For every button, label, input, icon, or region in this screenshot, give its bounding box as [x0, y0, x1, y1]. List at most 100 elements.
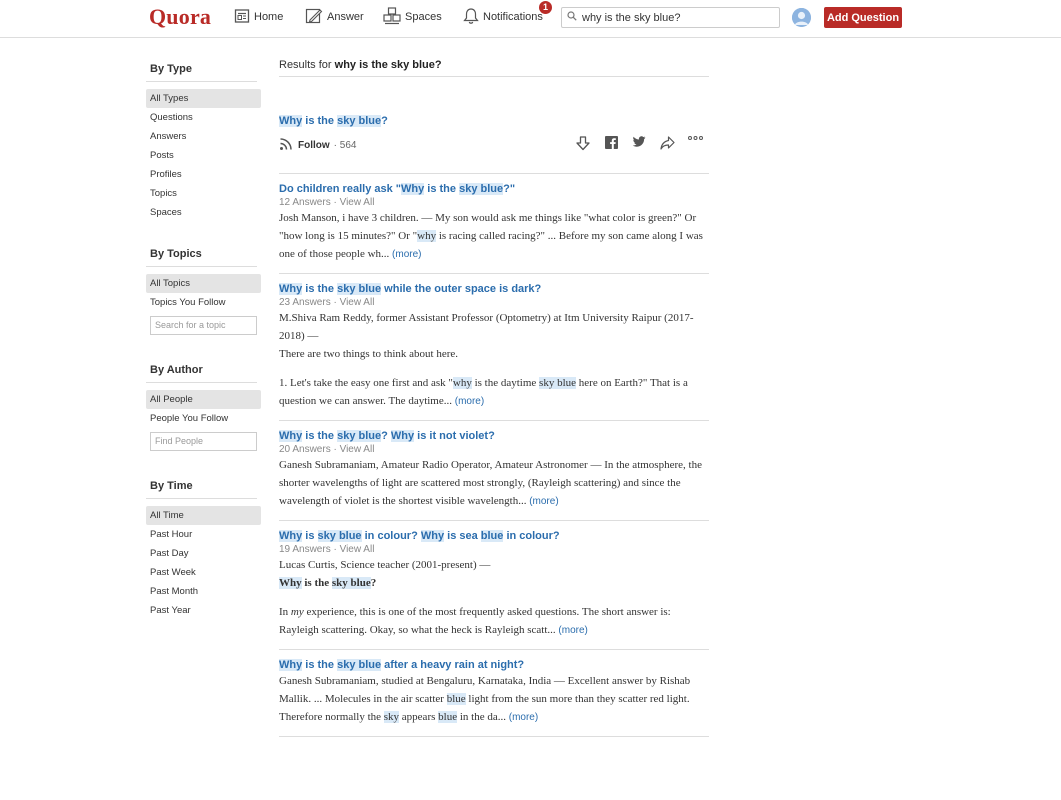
filter-past-month[interactable]: Past Month	[146, 582, 261, 601]
filter-spaces[interactable]: Spaces	[146, 203, 261, 222]
more-link[interactable]: (more)	[529, 496, 558, 507]
follow-row: Follow · 564	[279, 137, 356, 154]
notification-count-badge: 1	[539, 1, 552, 14]
find-people-input[interactable]: Find People	[150, 432, 257, 451]
text-segment: is the	[302, 430, 338, 442]
filter-all-time[interactable]: All Time	[146, 506, 261, 525]
text-segment: is it not violet?	[414, 430, 495, 442]
highlighted-term: why	[417, 230, 437, 242]
text-segment: my	[290, 606, 304, 618]
filter-all-topics[interactable]: All Topics	[146, 274, 261, 293]
quora-logo[interactable]: Quora	[149, 4, 211, 30]
filter-answers[interactable]: Answers	[146, 127, 261, 146]
featured-question-title[interactable]: Why is the sky blue?	[279, 115, 388, 127]
filter-heading: By Time	[146, 479, 257, 499]
more-options-icon[interactable]	[681, 136, 709, 151]
text-segment: M.Shiva Ram Reddy, former Assistant Prof…	[279, 312, 694, 342]
filter-questions[interactable]: Questions	[146, 108, 261, 127]
result-question-title[interactable]: Why is sky blue in colour? Why is sea bl…	[279, 530, 709, 542]
filter-heading: By Author	[146, 363, 257, 383]
filter-group-author: By Author All People People You Follow F…	[146, 363, 261, 451]
highlighted-term: sky blue	[337, 115, 382, 127]
nav-home[interactable]: Home	[234, 6, 283, 28]
filter-list: All Types Questions Answers Posts Profil…	[146, 89, 261, 222]
highlighted-term: Why	[279, 283, 303, 295]
search-results: Results for why is the sky blue? Why is …	[279, 56, 709, 737]
filter-all-people[interactable]: All People	[146, 390, 261, 409]
search-input-value: why is the sky blue?	[582, 11, 681, 24]
highlighted-term: sky blue	[337, 659, 382, 671]
nav-answer-label: Answer	[327, 11, 364, 23]
snippet-paragraph: Ganesh Subramaniam, Amateur Radio Operat…	[279, 456, 709, 511]
snippet-paragraph: Josh Manson, i have 3 children. — My son…	[279, 209, 709, 264]
search-result-item: Do children really ask "Why is the sky b…	[279, 174, 709, 274]
highlighted-term: sky	[383, 711, 400, 723]
answer-icon	[305, 7, 327, 28]
snippet-paragraph: In my experience, this is one of the mos…	[279, 603, 709, 640]
text-segment: is the	[301, 577, 332, 589]
share-icon[interactable]	[653, 136, 681, 151]
twitter-icon[interactable]	[625, 136, 653, 151]
filter-past-hour[interactable]: Past Hour	[146, 525, 261, 544]
filter-past-day[interactable]: Past Day	[146, 544, 261, 563]
facebook-icon[interactable]	[597, 136, 625, 151]
filter-all-types[interactable]: All Types	[146, 89, 261, 108]
nav-answer[interactable]: Answer	[305, 6, 364, 28]
highlighted-term: blue	[480, 530, 504, 542]
filter-people-you-follow[interactable]: People You Follow	[146, 409, 261, 428]
highlighted-term: blue	[446, 693, 466, 705]
follow-count: · 564	[333, 140, 357, 151]
result-question-title[interactable]: Why is the sky blue after a heavy rain a…	[279, 659, 709, 671]
highlighted-term: sky blue	[331, 577, 371, 589]
follow-count-value: 564	[339, 140, 357, 151]
highlighted-term: sky blue	[539, 377, 577, 389]
filter-posts[interactable]: Posts	[146, 146, 261, 165]
answer-count-meta[interactable]: 12 Answers · View All	[279, 197, 709, 208]
nav-notifications-label: Notifications	[483, 11, 543, 23]
filter-past-week[interactable]: Past Week	[146, 563, 261, 582]
search-icon	[567, 11, 582, 24]
text-segment: ?	[381, 115, 388, 127]
search-input[interactable]: why is the sky blue?	[561, 7, 780, 28]
text-segment: Ganesh Subramaniam, Amateur Radio Operat…	[279, 459, 702, 507]
add-question-button[interactable]: Add Question	[824, 7, 902, 28]
more-link[interactable]: (more)	[392, 249, 421, 260]
more-link[interactable]: (more)	[455, 396, 484, 407]
snippet-paragraph: Ganesh Subramaniam, studied at Bengaluru…	[279, 672, 709, 727]
topic-search-input[interactable]: Search for a topic	[150, 316, 257, 335]
follow-button[interactable]: Follow	[298, 140, 330, 151]
answer-count-meta[interactable]: 20 Answers · View All	[279, 444, 709, 455]
text-segment: ?	[370, 577, 377, 589]
answer-count-meta[interactable]: 23 Answers · View All	[279, 297, 709, 308]
text-segment: in colour?	[503, 530, 560, 542]
filter-topics[interactable]: Topics	[146, 184, 261, 203]
search-result-item: Why is sky blue in colour? Why is sea bl…	[279, 521, 709, 650]
nav-spaces[interactable]: Spaces	[383, 6, 442, 28]
filter-profiles[interactable]: Profiles	[146, 165, 261, 184]
filter-topics-you-follow[interactable]: Topics You Follow	[146, 293, 261, 312]
answer-count-meta[interactable]: 19 Answers · View All	[279, 544, 709, 555]
highlighted-term: sky blue	[337, 430, 382, 442]
text-segment: is	[302, 530, 318, 542]
answer-snippet: M.Shiva Ram Reddy, former Assistant Prof…	[279, 309, 709, 411]
more-link[interactable]: (more)	[509, 712, 538, 723]
filter-past-year[interactable]: Past Year	[146, 601, 261, 620]
text-segment: while the outer space is dark?	[381, 283, 542, 295]
highlighted-term: sky blue	[459, 183, 504, 195]
result-question-title[interactable]: Why is the sky blue? Why is it not viole…	[279, 430, 709, 442]
highlighted-term: Why	[401, 183, 425, 195]
text-segment: is the daytime	[471, 377, 540, 389]
top-navigation-bar: Quora Home Answer Spaces Notifications 1…	[0, 0, 1061, 38]
text-segment: appears	[399, 711, 439, 723]
nav-home-label: Home	[254, 11, 284, 23]
follow-feed-icon[interactable]	[279, 137, 293, 154]
result-question-title[interactable]: Do children really ask "Why is the sky b…	[279, 183, 709, 195]
user-avatar[interactable]	[792, 8, 811, 27]
nav-notifications[interactable]: Notifications	[463, 6, 543, 28]
highlighted-term: Why	[279, 659, 303, 671]
result-question-title[interactable]: Why is the sky blue while the outer spac…	[279, 283, 709, 295]
text-segment: is the	[302, 115, 338, 127]
downvote-icon[interactable]	[569, 136, 597, 151]
text-segment: is the	[424, 183, 460, 195]
more-link[interactable]: (more)	[558, 625, 587, 636]
